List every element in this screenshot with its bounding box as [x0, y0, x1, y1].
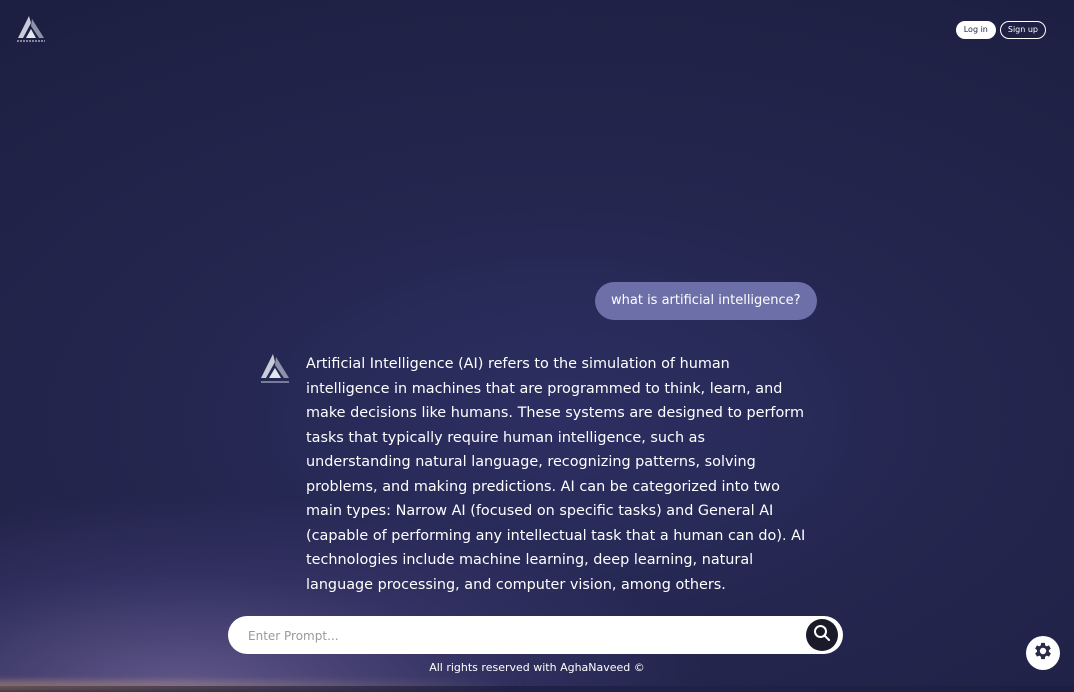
triangle-logo-icon[interactable]	[16, 14, 46, 42]
footer-text: All rights reserved with AghaNaveed ©	[429, 661, 645, 674]
login-button[interactable]: Log in	[955, 21, 996, 39]
prompt-input[interactable]	[246, 625, 790, 647]
prompt-bar	[228, 616, 843, 654]
user-message: what is artificial intelligence?	[595, 282, 817, 320]
gear-icon	[1032, 640, 1054, 666]
auth-buttons: Log in Sign up	[955, 21, 1046, 39]
search-icon	[813, 624, 831, 646]
submit-button[interactable]	[806, 619, 838, 651]
bot-response: Artificial Intelligence (AI) refers to t…	[306, 356, 806, 593]
logo-tagline	[17, 40, 45, 42]
background-glow	[0, 680, 520, 692]
top-bar: Log in Sign up	[0, 0, 1074, 56]
settings-button[interactable]	[1026, 636, 1060, 670]
triangle-logo-icon	[258, 352, 292, 384]
signup-button[interactable]: Sign up	[999, 21, 1046, 39]
